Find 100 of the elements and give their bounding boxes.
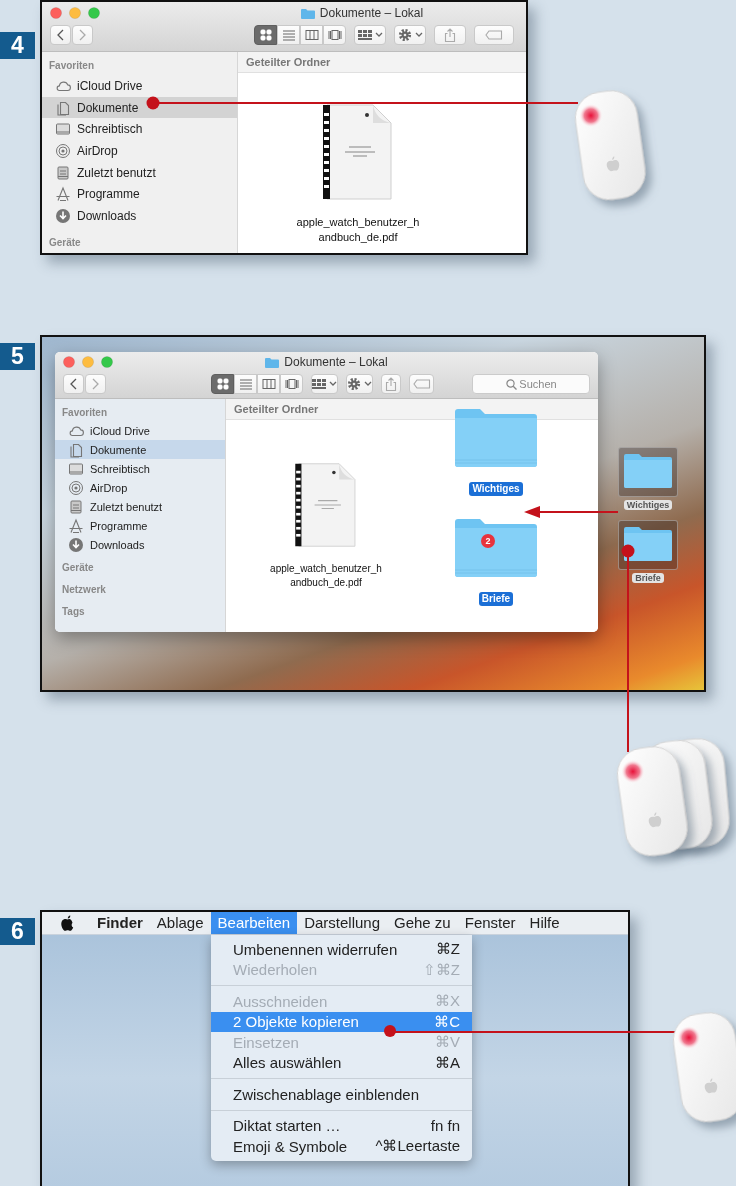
arrange-button[interactable] <box>311 374 339 394</box>
sidebar-item[interactable]: Schreibtisch <box>42 118 237 141</box>
action-button[interactable] <box>346 374 374 394</box>
sidebar-item[interactable]: iCloud Drive <box>42 75 237 97</box>
sidebar-item[interactable]: Zuletzt benutzt <box>42 161 237 184</box>
chevron-left-icon <box>57 29 64 41</box>
caret-icon <box>374 32 383 38</box>
tag-button[interactable] <box>409 374 434 394</box>
list-icon <box>281 28 296 42</box>
caret-icon <box>414 32 423 38</box>
apps-icon <box>68 517 84 534</box>
back-button[interactable] <box>50 25 71 45</box>
keyboard-shortcut: ⌘V <box>435 1033 460 1052</box>
sidebar-item[interactable]: AirDrop <box>42 140 237 162</box>
sidebar-item[interactable]: Programme <box>55 516 225 535</box>
chevron-right-icon <box>92 378 99 390</box>
search-icon <box>506 379 517 390</box>
sidebar-heading: Netzwerk <box>61 583 107 597</box>
menu-item[interactable]: Umbenennen widerrufen ⌘Z <box>211 939 472 960</box>
close-button[interactable] <box>63 356 75 368</box>
sidebar-heading: Geräte <box>48 235 82 250</box>
menu-item[interactable]: Emoji & Symbole ^⌘Leertaste <box>211 1136 472 1157</box>
sidebar-heading: Geräte <box>61 561 95 575</box>
sidebar-item[interactable]: AirDrop <box>55 478 225 497</box>
sidebar-heading: Tags <box>61 605 86 619</box>
step-number: 5 <box>0 343 35 370</box>
back-button[interactable] <box>63 374 84 394</box>
sidebar-item[interactable]: Schreibtisch <box>55 459 225 478</box>
file-name[interactable]: Wichtiges <box>469 482 523 496</box>
menu-bar-item[interactable]: Hilfe <box>522 912 567 934</box>
sidebar-item[interactable]: Dokumente <box>42 96 237 119</box>
keyboard-shortcut: ⌘Z <box>435 940 460 959</box>
tag-button[interactable] <box>474 25 514 45</box>
view-mode-button[interactable] <box>211 374 235 394</box>
share-button[interactable] <box>381 374 402 394</box>
folder-icon <box>623 524 673 562</box>
menu-bar-item[interactable]: Gehe zu <box>387 912 458 934</box>
step-number: 4 <box>0 32 35 59</box>
minimize-button[interactable] <box>82 356 94 368</box>
folder-icon <box>265 356 280 368</box>
menu-item[interactable]: Alles auswählen ⌘A <box>211 1052 472 1073</box>
desktop-icon <box>55 121 71 138</box>
cover-flow-icon <box>327 28 342 42</box>
download-icon <box>55 207 71 224</box>
view-mode-button[interactable] <box>254 25 277 45</box>
desktop-icon <box>68 460 84 477</box>
file-name[interactable]: Wichtiges <box>623 500 673 510</box>
chevron-right-icon <box>79 29 86 41</box>
menu-bar-item[interactable]: Finder <box>90 912 150 934</box>
sidebar-item[interactable]: Zuletzt benutzt <box>55 497 225 516</box>
documents-icon <box>68 441 84 458</box>
sidebar-item[interactable]: Downloads <box>55 535 225 554</box>
window-title: Dokumente – Lokal <box>319 6 424 20</box>
menu-item[interactable]: Zwischenablage einblenden <box>211 1084 472 1105</box>
sidebar-item[interactable]: Programme <box>42 183 237 206</box>
keyboard-shortcut: ⇧⌘Z <box>422 960 460 979</box>
close-button[interactable] <box>50 7 62 19</box>
menu-bar-item[interactable]: Darstellung <box>297 912 387 934</box>
keyboard-shortcut: ^⌘Leertaste <box>375 1137 460 1156</box>
tag-icon <box>412 379 431 389</box>
zoom-button[interactable] <box>88 7 100 19</box>
share-icon <box>444 28 456 42</box>
sidebar-item[interactable]: Dokumente <box>55 440 225 459</box>
sidebar-heading: Favoriten <box>48 59 95 73</box>
sidebar-heading: Favoriten <box>61 406 108 420</box>
pdf-document-icon <box>295 462 357 548</box>
share-button[interactable] <box>434 25 466 45</box>
keyboard-shortcut: ⌘X <box>435 992 460 1011</box>
settings-icon <box>397 28 412 42</box>
recents-icon <box>55 164 71 181</box>
file-name[interactable]: apple_watch_benutzer_h andbuch_de.pdf <box>293 215 423 245</box>
share-icon <box>385 377 398 391</box>
keyboard-shortcut: ⌘C <box>434 1012 460 1031</box>
menu-bar-item[interactable]: Fenster <box>457 912 523 934</box>
zoom-button[interactable] <box>101 356 113 368</box>
file-name[interactable]: apple_watch_benutzer_h andbuch_de.pdf <box>267 562 385 590</box>
search-field[interactable]: Suchen <box>472 374 590 394</box>
caret-icon <box>364 381 373 387</box>
menu-bar-item[interactable]: Ablage <box>149 912 211 934</box>
grid-icon <box>312 378 327 390</box>
file-name[interactable]: Briefe <box>478 592 514 606</box>
tag-icon <box>485 30 503 40</box>
apple-logo-icon[interactable] <box>60 914 74 932</box>
sidebar-item[interactable]: iCloud Drive <box>55 421 225 440</box>
documents-icon <box>55 99 71 116</box>
step-number: 6 <box>0 918 35 945</box>
chevron-left-icon <box>70 378 77 390</box>
list-icon <box>238 377 253 391</box>
file-name[interactable]: Briefe <box>632 573 664 583</box>
sidebar-item[interactable]: Downloads <box>42 205 237 227</box>
columns-icon <box>261 377 276 391</box>
keyboard-shortcut: ⌘A <box>435 1053 460 1072</box>
settings-icon <box>347 377 362 391</box>
arrange-button[interactable] <box>354 25 386 45</box>
menu-item[interactable]: Diktat starten … fn fn <box>211 1115 472 1136</box>
caret-icon <box>329 381 338 387</box>
recents-icon <box>68 498 84 515</box>
action-button[interactable] <box>394 25 426 45</box>
columns-icon <box>304 28 319 42</box>
minimize-button[interactable] <box>69 7 81 19</box>
